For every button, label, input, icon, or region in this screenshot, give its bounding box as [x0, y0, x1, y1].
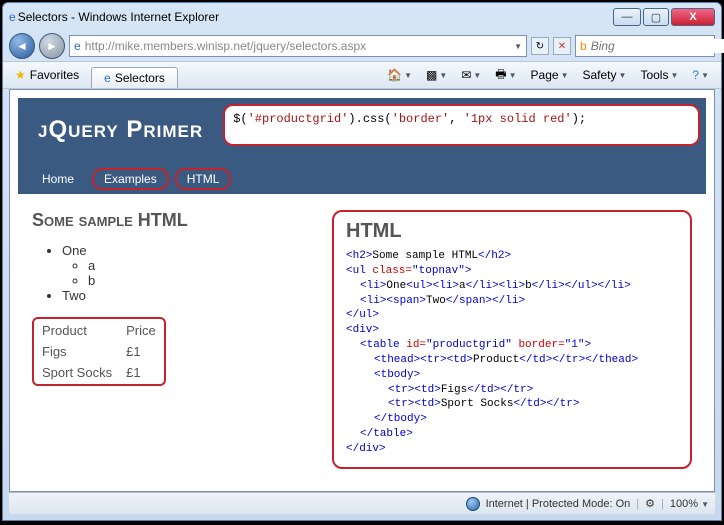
page-menu[interactable]: Page ▼ — [525, 66, 575, 84]
page-banner: jQuery Primer $('#productgrid').css('bor… — [18, 98, 706, 164]
nav-html[interactable]: HTML — [175, 168, 232, 190]
stop-button[interactable]: ✕ — [553, 37, 571, 55]
mail-button[interactable]: ✉▼ — [455, 66, 487, 84]
address-dropdown-icon[interactable]: ▼ — [514, 42, 522, 51]
page-icon: e — [74, 39, 81, 53]
nav-toolbar: ◄ ► e ▼ ↻ ✕ b 🔍 — [3, 31, 721, 61]
zoom-control[interactable]: 100% ▼ — [670, 498, 709, 510]
list-item: Two — [62, 288, 312, 303]
home-icon: 🏠 — [387, 68, 402, 82]
zone-label: Internet | Protected Mode: On — [486, 498, 631, 510]
close-button[interactable]: X — [671, 8, 715, 26]
protected-mode-icon[interactable]: ⚙ — [645, 497, 655, 510]
table-row: Figs£1 — [36, 342, 162, 361]
url-input[interactable] — [85, 39, 510, 53]
help-icon: ? — [692, 68, 699, 82]
html-source-panel: HTML <h2>Some sample HTML</h2> <ul class… — [332, 210, 692, 469]
product-table: ProductPrice Figs£1 Sport Socks£1 — [32, 317, 166, 386]
favorites-label: Favorites — [30, 68, 79, 82]
tools-menu[interactable]: Tools ▼ — [634, 66, 684, 84]
code-snippet: $('#productgrid').css('border', '1px sol… — [223, 104, 700, 146]
tab-icon: e — [104, 71, 111, 85]
home-button[interactable]: 🏠▼ — [381, 66, 418, 84]
star-icon: ★ — [15, 68, 26, 82]
bing-icon: b — [580, 39, 587, 53]
favorites-button[interactable]: ★ Favorites — [9, 66, 85, 84]
list-item: b — [88, 273, 312, 288]
help-button[interactable]: ?▼ — [686, 66, 715, 84]
search-input[interactable] — [591, 39, 724, 53]
search-box[interactable]: b 🔍 — [575, 35, 715, 57]
tab-label: Selectors — [115, 71, 165, 85]
page-nav: Home Examples HTML — [18, 164, 706, 194]
ie-icon: e — [9, 10, 16, 24]
list-item: One a b — [62, 243, 312, 288]
maximize-button[interactable]: ▢ — [643, 8, 669, 26]
feeds-button[interactable]: ▩▼ — [420, 66, 453, 84]
nav-examples[interactable]: Examples — [92, 168, 169, 190]
right-heading: HTML — [346, 220, 678, 243]
minimize-button[interactable]: — — [613, 8, 641, 26]
zone-icon — [466, 497, 480, 511]
status-bar: Internet | Protected Mode: On | ⚙ | 100%… — [9, 492, 715, 514]
banner-title: jQuery Primer — [18, 98, 223, 164]
tab-selectors[interactable]: e Selectors — [91, 67, 178, 88]
page-content: jQuery Primer $('#productgrid').css('bor… — [10, 90, 714, 491]
left-heading: Some sample HTML — [32, 210, 312, 231]
forward-button[interactable]: ► — [39, 33, 65, 59]
table-row: Sport Socks£1 — [36, 363, 162, 382]
back-button[interactable]: ◄ — [9, 33, 35, 59]
mail-icon: ✉ — [461, 68, 471, 82]
window-title: Selectors - Windows Internet Explorer — [16, 10, 613, 24]
left-column: Some sample HTML One a b Two ProductPric… — [32, 210, 312, 469]
print-icon: 🖶 — [495, 65, 506, 86]
nav-home[interactable]: Home — [30, 168, 86, 190]
rss-icon: ▩ — [426, 68, 437, 82]
safety-menu[interactable]: Safety ▼ — [577, 66, 633, 84]
sample-list: One a b Two — [32, 243, 312, 303]
html-source: <h2>Some sample HTML</h2> <ul class="top… — [346, 249, 678, 457]
print-button[interactable]: 🖶▼ — [489, 63, 522, 88]
titlebar: e Selectors - Windows Internet Explorer … — [3, 3, 721, 31]
pager: Previous | Next — [18, 485, 706, 491]
list-item: a — [88, 258, 312, 273]
table-row: ProductPrice — [36, 321, 162, 340]
favorites-bar: ★ Favorites e Selectors 🏠▼ ▩▼ ✉▼ 🖶▼ Page… — [3, 61, 721, 89]
refresh-button[interactable]: ↻ — [531, 37, 549, 55]
address-bar[interactable]: e ▼ — [69, 35, 527, 57]
